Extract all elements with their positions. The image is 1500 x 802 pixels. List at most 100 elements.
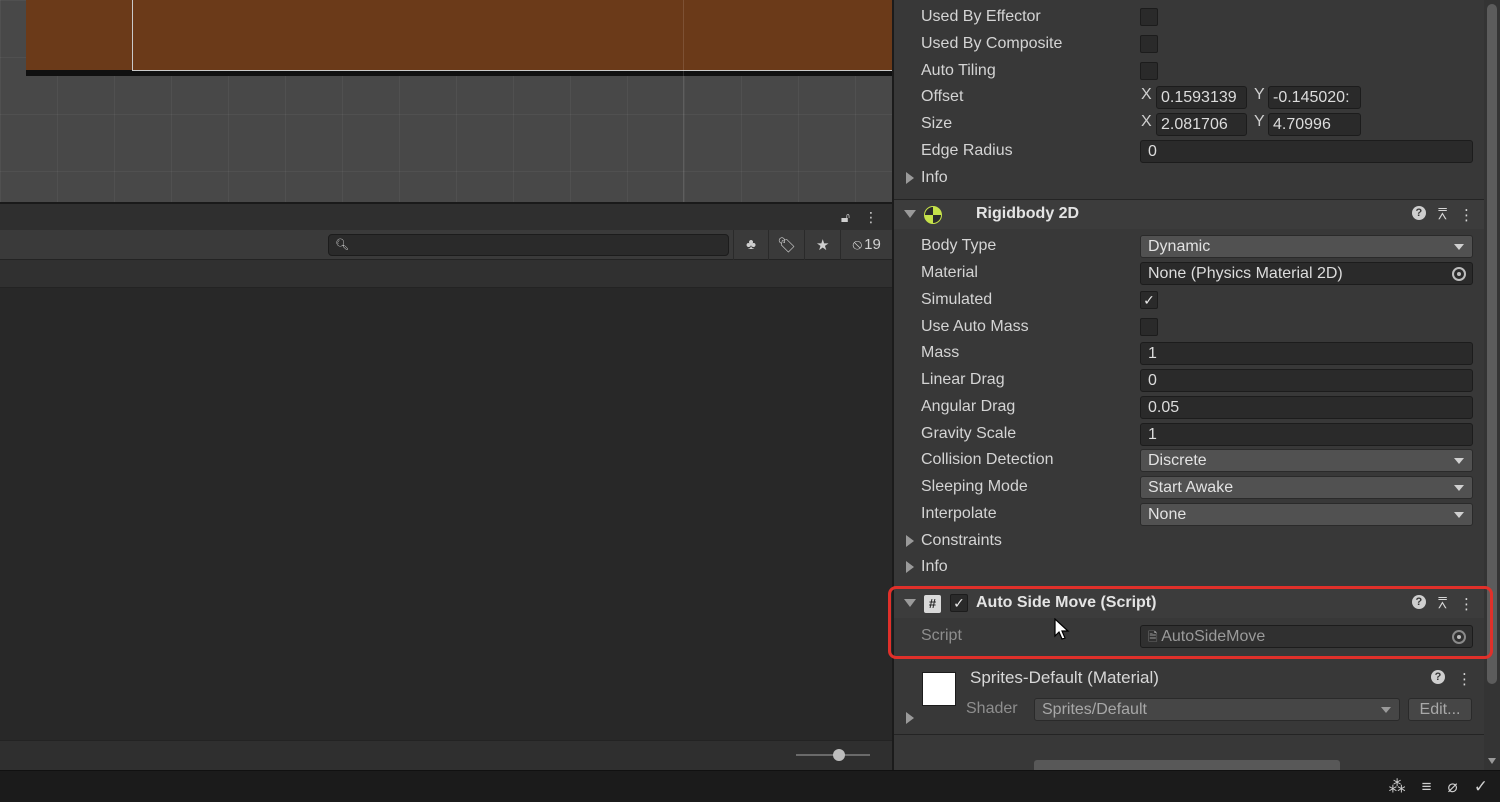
dropdown-value: None <box>1148 506 1187 523</box>
size-x-field[interactable]: 2.081706 <box>1156 113 1247 136</box>
script-icon: # <box>924 595 941 613</box>
script-file-icon: 🗎︎ <box>1148 630 1158 644</box>
favorites-button[interactable]: ★ <box>804 229 840 260</box>
shader-edit-button[interactable]: Edit... <box>1408 698 1472 721</box>
offset-x-label[interactable]: X <box>1141 86 1152 104</box>
object-picker-icon[interactable] <box>1452 267 1466 281</box>
inspector-scrollbar[interactable] <box>1484 0 1500 770</box>
material-object-field[interactable]: None (Physics Material 2D) <box>1140 262 1473 285</box>
constraints-foldout[interactable]: Constraints <box>894 528 1484 554</box>
help-icon[interactable]: ? <box>1411 206 1426 220</box>
breadcrumb-bar <box>0 260 892 288</box>
foldout-arrow-icon[interactable] <box>906 172 914 184</box>
kebab-menu-icon[interactable]: ⋮ <box>1459 206 1474 224</box>
divider <box>894 734 1484 735</box>
help-icon[interactable]: ? <box>1411 595 1426 609</box>
chevron-down-icon <box>1454 512 1464 518</box>
foldout-arrow-icon[interactable] <box>904 210 916 218</box>
simulated-checkbox[interactable]: ✓ <box>1140 291 1158 309</box>
icon-size-slider[interactable] <box>796 749 870 761</box>
foldout-arrow-icon[interactable] <box>906 712 914 724</box>
scroll-down-icon[interactable] <box>1488 758 1496 764</box>
dropdown-value: Start Awake <box>1148 479 1234 496</box>
panel-footer <box>0 740 892 770</box>
dropdown-value: Discrete <box>1148 452 1207 469</box>
rigidbody2d-header[interactable]: Rigidbody 2D ? ⩞ ⋮ <box>894 199 1484 229</box>
search-field[interactable]: 🔍︎ <box>328 233 729 256</box>
gravity-scale-field[interactable]: 1 <box>1140 423 1473 446</box>
foldout-arrow-icon[interactable] <box>904 599 916 607</box>
used-by-composite-checkbox[interactable] <box>1140 35 1158 53</box>
mass-field[interactable]: 1 <box>1140 342 1473 365</box>
asset-grid[interactable] <box>0 290 892 742</box>
material-preview[interactable] <box>922 672 956 706</box>
chevron-down-icon <box>1381 707 1391 713</box>
presets-icon[interactable]: ⩞ <box>1438 595 1447 613</box>
used-by-effector-checkbox[interactable] <box>1140 8 1158 26</box>
body-type-row: Body Type Dynamic <box>894 233 1484 259</box>
linear-drag-field[interactable]: 0 <box>1140 369 1473 392</box>
object-picker-icon[interactable] <box>1452 630 1466 644</box>
script-object-field[interactable]: 🗎︎ AutoSideMove <box>1140 625 1473 648</box>
foldout-arrow-icon[interactable] <box>906 535 914 547</box>
add-component-button[interactable] <box>1034 760 1340 770</box>
offset-y-label[interactable]: Y <box>1254 86 1265 104</box>
auto-generate-lighting-icon[interactable]: ⌀ <box>1448 777 1458 797</box>
size-y-label[interactable]: Y <box>1254 113 1265 131</box>
panel-tab-bar: 🔓︎ ⋮ <box>0 204 892 230</box>
eye-slash-icon: ⦸ <box>852 236 863 253</box>
hidden-packages-count: 19 <box>864 236 881 253</box>
slider-handle[interactable] <box>833 749 845 761</box>
help-icon[interactable]: ? <box>1431 670 1445 684</box>
edge-radius-field[interactable]: 0 <box>1140 140 1473 163</box>
filter-by-type-button[interactable]: ♣ <box>732 229 769 260</box>
foldout-label[interactable]: Constraints <box>921 532 1002 550</box>
lock-icon[interactable]: 🔓︎ <box>841 209 850 226</box>
foldout-label[interactable]: Info <box>921 558 948 576</box>
presets-icon[interactable]: ⩞ <box>1438 206 1447 224</box>
interpolate-dropdown[interactable]: None <box>1140 503 1473 526</box>
cache-server-icon[interactable]: ≡ <box>1422 777 1432 797</box>
auto-side-move-header[interactable]: # ✓ Auto Side Move (Script) ? ⩞ ⋮ <box>894 588 1484 618</box>
offset-row: Offset X 0.1593139 Y -0.145020: <box>894 84 1484 110</box>
use-auto-mass-checkbox[interactable] <box>1140 318 1158 336</box>
offset-x-field[interactable]: 0.1593139 <box>1156 86 1247 109</box>
offset-y-field[interactable]: -0.145020: <box>1268 86 1361 109</box>
status-bar: ⁂ ≡ ⌀ ✓ <box>0 770 1500 802</box>
angular-drag-row: Angular Drag 0.05 <box>894 394 1484 420</box>
size-x-label[interactable]: X <box>1141 113 1152 131</box>
object-field-value: AutoSideMove <box>1161 628 1266 645</box>
field-label: Used By Effector <box>921 8 1041 25</box>
component-enabled-checkbox[interactable]: ✓ <box>950 594 968 612</box>
collision-detection-dropdown[interactable]: Discrete <box>1140 449 1473 472</box>
hidden-packages-button[interactable]: ⦸ 19 <box>840 229 892 260</box>
kebab-menu-icon[interactable]: ⋮ <box>1459 595 1474 613</box>
kebab-menu-icon[interactable]: ⋮ <box>1457 670 1472 688</box>
size-y-field[interactable]: 4.70996 <box>1268 113 1361 136</box>
field-label: Simulated <box>921 291 993 308</box>
linear-drag-row: Linear Drag 0 <box>894 367 1484 393</box>
sleeping-mode-dropdown[interactable]: Start Awake <box>1140 476 1473 499</box>
rigidbody-info-foldout[interactable]: Info <box>894 554 1484 580</box>
scene-sprite[interactable] <box>26 0 892 76</box>
collider-info-foldout[interactable]: Info <box>894 165 1484 191</box>
material-row: Material None (Physics Material 2D) <box>894 260 1484 286</box>
foldout-label[interactable]: Info <box>921 169 948 187</box>
search-input[interactable] <box>349 234 719 255</box>
chevron-down-icon <box>1454 244 1464 250</box>
body-type-dropdown[interactable]: Dynamic <box>1140 235 1473 258</box>
filter-by-label-button[interactable]: 🏷︎ <box>768 229 804 260</box>
scene-view[interactable] <box>0 0 892 202</box>
angular-drag-field[interactable]: 0.05 <box>1140 396 1473 419</box>
used-by-effector-row: Used By Effector <box>894 4 1484 30</box>
shader-dropdown[interactable]: Sprites/Default <box>1034 698 1400 721</box>
auto-tiling-checkbox[interactable] <box>1140 62 1158 80</box>
debug-icon[interactable]: ⁂ <box>1389 777 1406 797</box>
foldout-arrow-icon[interactable] <box>906 561 914 573</box>
kebab-menu-icon[interactable]: ⋮ <box>864 209 878 226</box>
object-field-value: None (Physics Material 2D) <box>1148 265 1343 282</box>
scene-grid-line <box>683 0 684 202</box>
collision-detection-row: Collision Detection Discrete <box>894 447 1484 473</box>
scrollbar-thumb[interactable] <box>1487 4 1497 684</box>
status-check-icon[interactable]: ✓ <box>1474 777 1488 797</box>
